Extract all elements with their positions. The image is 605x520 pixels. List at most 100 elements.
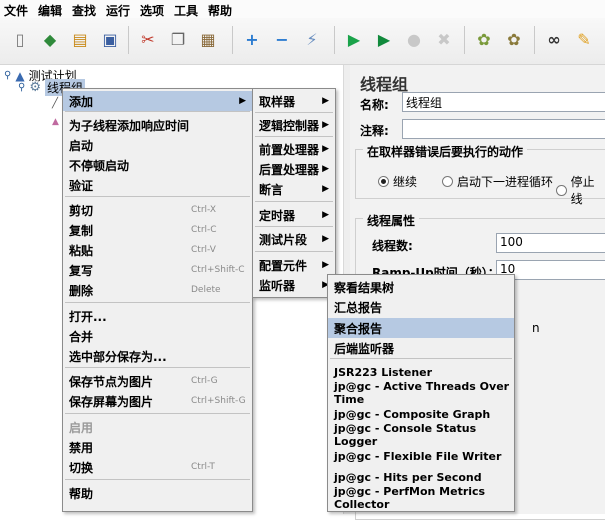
collapse-toggle-icon[interactable]: ⚲ bbox=[4, 70, 11, 81]
listener-item-10[interactable]: jp@gc - PerfMon Metrics Collector bbox=[328, 485, 514, 511]
menu-item-label: 前置处理器 bbox=[259, 142, 320, 157]
threads-field[interactable]: 100 bbox=[496, 233, 605, 253]
radio-stop-thread[interactable]: 停止线 bbox=[556, 173, 605, 207]
menu-item-label: 定时器 bbox=[259, 208, 296, 223]
menu-item-2[interactable]: 启动 bbox=[63, 135, 252, 155]
comment-field[interactable] bbox=[402, 119, 605, 139]
open-icon[interactable]: ▤ bbox=[66, 26, 94, 54]
new-icon[interactable]: ▯ bbox=[6, 26, 34, 54]
menu-item-shortcut: Ctrl-C bbox=[191, 225, 217, 235]
templates-icon[interactable]: ◆ bbox=[36, 26, 64, 54]
add-submenu-item-4[interactable]: 断言 ▶ bbox=[253, 179, 335, 199]
add-submenu-item-0[interactable]: 取样器 ▶ bbox=[253, 91, 335, 111]
menu-item-13[interactable]: 保存节点为图片 Ctrl-G bbox=[63, 371, 252, 391]
error-action-group-title: 在取样器错误后要执行的动作 bbox=[363, 143, 528, 160]
save-icon-glyph: ▣ bbox=[102, 30, 118, 49]
listener-item-8[interactable]: jp@gc - Flexible File Writer bbox=[328, 446, 514, 466]
clear-all-icon[interactable]: ✿ bbox=[500, 26, 528, 54]
listener-item-5[interactable]: jp@gc - Active Threads Over Time bbox=[328, 380, 514, 406]
add-submenu-item-5[interactable]: 定时器 ▶ bbox=[253, 205, 335, 225]
menu-search[interactable]: 查找 bbox=[72, 2, 96, 19]
search-icon[interactable]: ∞ bbox=[540, 26, 568, 54]
menu-item-16[interactable]: 禁用 bbox=[63, 437, 252, 457]
radio-next-loop[interactable]: 启动下一进程循环 bbox=[442, 173, 553, 190]
menu-item-18[interactable]: 帮助 bbox=[63, 483, 252, 503]
submenu-arrow-icon: ▶ bbox=[322, 234, 329, 244]
menu-item-4[interactable]: 验证 bbox=[63, 175, 252, 195]
listener-item-9[interactable]: jp@gc - Hits per Second bbox=[328, 467, 514, 487]
add-submenu-item-2[interactable]: 前置处理器 ▶ bbox=[253, 139, 335, 159]
menu-item-1[interactable]: 为子线程添加响应时间 bbox=[63, 115, 252, 135]
menu-item-label: 保存节点为图片 bbox=[69, 374, 154, 389]
stop-icon-glyph: ● bbox=[407, 30, 421, 49]
menu-item-label: jp@gc - Active Threads Over Time bbox=[334, 380, 510, 406]
menu-item-label: 保存屏幕为图片 bbox=[69, 394, 154, 409]
save-icon[interactable]: ▣ bbox=[96, 26, 124, 54]
listener-item-7[interactable]: jp@gc - Console Status Logger bbox=[328, 422, 514, 448]
open-icon-glyph: ▤ bbox=[72, 30, 88, 49]
comment-label: 注释: bbox=[360, 124, 389, 138]
listener-item-4[interactable]: JSR223 Listener bbox=[328, 362, 514, 382]
stop-icon[interactable]: ● bbox=[400, 26, 428, 54]
add-submenu-item-6[interactable]: 测试片段 ▶ bbox=[253, 229, 335, 249]
toggle-icon-glyph: ⚡ bbox=[306, 30, 318, 49]
add-submenu-item-3[interactable]: 后置处理器 ▶ bbox=[253, 159, 335, 179]
name-field[interactable]: 线程组 bbox=[402, 92, 605, 112]
radio-continue[interactable]: 继续 bbox=[378, 173, 417, 190]
menu-item-shortcut: Ctrl-X bbox=[191, 205, 216, 215]
toggle-icon[interactable]: ⚡ bbox=[298, 26, 326, 54]
hidden-node-icon: ╱ bbox=[52, 98, 59, 109]
menu-item-label: 选中部分保存为... bbox=[69, 349, 167, 364]
menu-item-7[interactable]: 粘贴 Ctrl-V bbox=[63, 240, 252, 260]
menu-item-5[interactable]: 剪切 Ctrl-X bbox=[63, 200, 252, 220]
menu-item-8[interactable]: 复写 Ctrl+Shift-C bbox=[63, 260, 252, 280]
menu-item-9[interactable]: 删除 Delete bbox=[63, 280, 252, 300]
clear-icon[interactable]: ✿ bbox=[470, 26, 498, 54]
menu-run[interactable]: 运行 bbox=[106, 2, 130, 19]
add-submenu-item-7[interactable]: 配置元件 ▶ bbox=[253, 255, 335, 275]
menu-item-label: 启用 bbox=[69, 420, 94, 435]
menu-item-14[interactable]: 保存屏幕为图片 Ctrl+Shift-G bbox=[63, 391, 252, 411]
menu-item-label: 逻辑控制器 bbox=[259, 118, 320, 133]
listener-item-6[interactable]: jp@gc - Composite Graph bbox=[328, 404, 514, 424]
reset-search-icon[interactable]: ✎ bbox=[570, 26, 598, 54]
menu-item-label: 断言 bbox=[259, 182, 284, 197]
toolbar-separator bbox=[334, 26, 335, 54]
listener-item-0[interactable]: 察看结果树 bbox=[328, 277, 514, 297]
menu-item-3[interactable]: 不停顿启动 bbox=[63, 155, 252, 175]
menu-options[interactable]: 选项 bbox=[140, 2, 164, 19]
listener-item-3[interactable]: 后端监听器 bbox=[328, 338, 514, 358]
start-icon[interactable]: ▶ bbox=[340, 26, 368, 54]
copy-icon[interactable]: ❐ bbox=[164, 26, 192, 54]
menu-item-6[interactable]: 复制 Ctrl-C bbox=[63, 220, 252, 240]
menu-edit[interactable]: 编辑 bbox=[38, 2, 62, 19]
menu-item-label: 删除 bbox=[69, 283, 94, 298]
clear-all-icon-glyph: ✿ bbox=[507, 30, 521, 49]
cut-icon[interactable]: ✂ bbox=[134, 26, 162, 54]
menu-item-label: 汇总报告 bbox=[334, 300, 383, 315]
menu-item-11[interactable]: 合并 bbox=[63, 326, 252, 346]
menu-item-17[interactable]: 切换 Ctrl-T bbox=[63, 457, 252, 477]
menu-item-label: 粘贴 bbox=[69, 243, 94, 258]
menu-file[interactable]: 文件 bbox=[4, 2, 28, 19]
menu-item-12[interactable]: 选中部分保存为... bbox=[63, 346, 252, 366]
start-no-pauses-icon[interactable]: ▶ bbox=[370, 26, 398, 54]
toolbar-separator bbox=[534, 26, 535, 54]
paste-icon[interactable]: ▦ bbox=[194, 26, 222, 54]
menu-item-label: 添加 bbox=[69, 94, 94, 109]
menu-separator bbox=[255, 112, 333, 113]
collapse-toggle-icon[interactable]: ⚲ bbox=[18, 82, 25, 93]
add-submenu-item-1[interactable]: 逻辑控制器 ▶ bbox=[253, 115, 335, 135]
menu-help[interactable]: 帮助 bbox=[208, 2, 232, 19]
add-submenu-item-8[interactable]: 监听器 ▶ bbox=[253, 275, 335, 295]
menu-item-label: 验证 bbox=[69, 178, 94, 193]
partial-text: n bbox=[532, 321, 540, 335]
collapse-icon[interactable]: − bbox=[268, 26, 296, 54]
shutdown-icon[interactable]: ✖ bbox=[430, 26, 458, 54]
listener-item-1[interactable]: 汇总报告 bbox=[328, 297, 514, 317]
expand-icon[interactable]: + bbox=[238, 26, 266, 54]
menu-tools[interactable]: 工具 bbox=[174, 2, 198, 19]
menu-item-10[interactable]: 打开... bbox=[63, 306, 252, 326]
listener-item-2[interactable]: 聚合报告 bbox=[328, 318, 514, 338]
menu-item-0[interactable]: 添加 ▶ bbox=[63, 91, 252, 111]
